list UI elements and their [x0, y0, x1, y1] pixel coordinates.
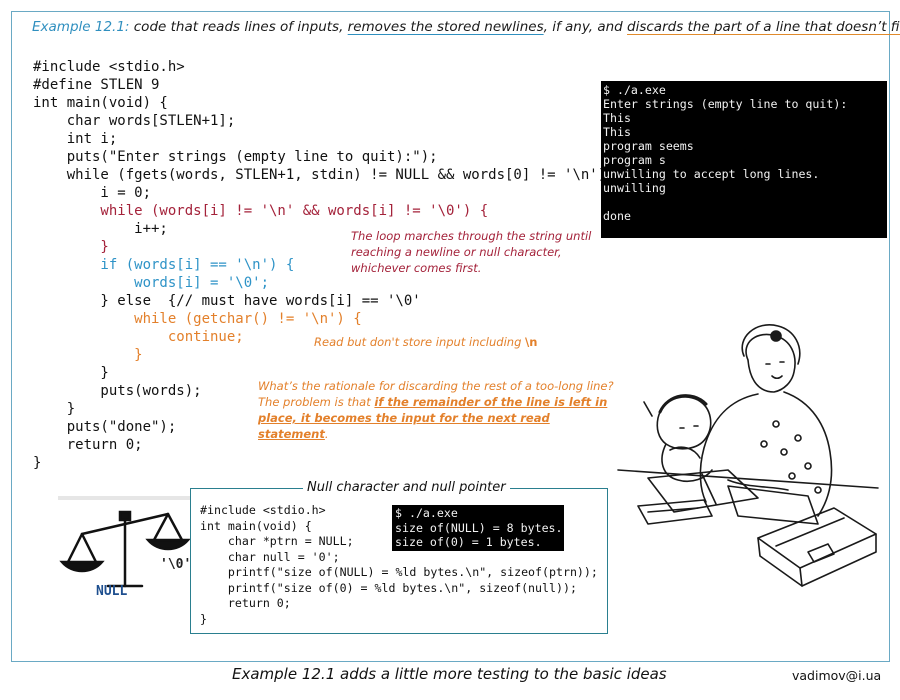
code-line: #define STLEN 9	[33, 77, 160, 93]
code-line: printf("size of(NULL) = %ld bytes.\n", s…	[200, 565, 598, 579]
code-line: while (fgets(words, STLEN+1, stdin) != N…	[33, 167, 624, 183]
terminal-line: This	[603, 111, 631, 125]
header-text-b: removes the stored newlines	[347, 19, 544, 35]
terminal-line: unwilling	[603, 181, 666, 195]
scale-right-label: '\0'	[160, 557, 192, 572]
terminal-line: size of(0) = 1 bytes.	[395, 535, 542, 549]
discard-note-text: Read but don't store input including	[314, 335, 526, 349]
author-email: vadimov@i.ua	[792, 668, 882, 683]
code-line: puts("Enter strings (empty line to quit)…	[33, 149, 438, 165]
terminal-line: done	[603, 209, 631, 223]
terminal-line: Enter strings (empty line to quit):	[603, 97, 848, 111]
rationale-answer-c: .	[324, 427, 329, 441]
example-header: Example 12.1: code that reads lines of i…	[32, 19, 900, 35]
terminal-line: This	[603, 125, 631, 139]
example-label: Example 12.1:	[32, 19, 130, 35]
code-line-getchar: while (getchar() != '\n') {	[33, 311, 362, 327]
rationale-answer: The problem is that if the remainder of …	[258, 394, 618, 442]
terminal-output: $ ./a.exe Enter strings (empty line to q…	[601, 81, 887, 238]
code-line: }	[200, 611, 207, 626]
header-text-d: discards the part of a line that doesn’t…	[627, 19, 900, 35]
terminal-line: size of(NULL) = 8 bytes.	[395, 520, 563, 535]
code-line: printf("size of(0) = %ld bytes.\n", size…	[200, 580, 577, 595]
header-text-c: , if any, and	[543, 19, 628, 35]
code-line: int i;	[33, 131, 118, 147]
rationale-question: What’s the rationale for discarding the …	[258, 379, 614, 393]
terminal-line: $ ./a.exe	[603, 83, 666, 97]
scale-left-label: NULL	[96, 584, 128, 599]
discard-note: Read but don't store input including \n	[314, 334, 537, 350]
terminal-line: $ ./a.exe	[395, 506, 458, 520]
rationale-note: What’s the rationale for discarding the …	[258, 378, 618, 442]
terminal-line: unwilling to accept long lines.	[603, 167, 820, 181]
rationale-answer-a: The problem is that	[258, 395, 375, 409]
terminal-line: program seems	[603, 139, 694, 153]
code-line: return 0;	[200, 596, 291, 610]
code-line-else: } else {// must have words[i] == '\0'	[33, 293, 421, 309]
discard-note-newline: \n	[525, 335, 538, 349]
header-text-a: code that reads lines of inputs,	[129, 19, 348, 35]
code-line-inner-while: while (words[i] != '\n' && words[i] != '…	[33, 203, 489, 219]
loop-note: The loop marches through the string unti…	[351, 229, 592, 275]
code-line: words[i] = '\0';	[33, 275, 270, 291]
null-demo-terminal: $ ./a.exe size of(NULL) = 8 bytes. size …	[392, 505, 564, 551]
code-line: int main(void) {	[33, 95, 168, 111]
code-line: i = 0;	[33, 185, 152, 201]
terminal-line: program s	[603, 153, 666, 167]
null-demo-title: Null character and null pointer	[303, 480, 510, 495]
slide-caption: Example 12.1 adds a little more testing …	[232, 665, 667, 683]
code-line: char null = '0';	[200, 549, 340, 564]
mother-child-study-illustration	[617, 324, 879, 587]
code-line: }	[33, 455, 42, 471]
code-line: char words[STLEN+1];	[33, 113, 236, 129]
code-line: #include <stdio.h>	[33, 59, 185, 75]
